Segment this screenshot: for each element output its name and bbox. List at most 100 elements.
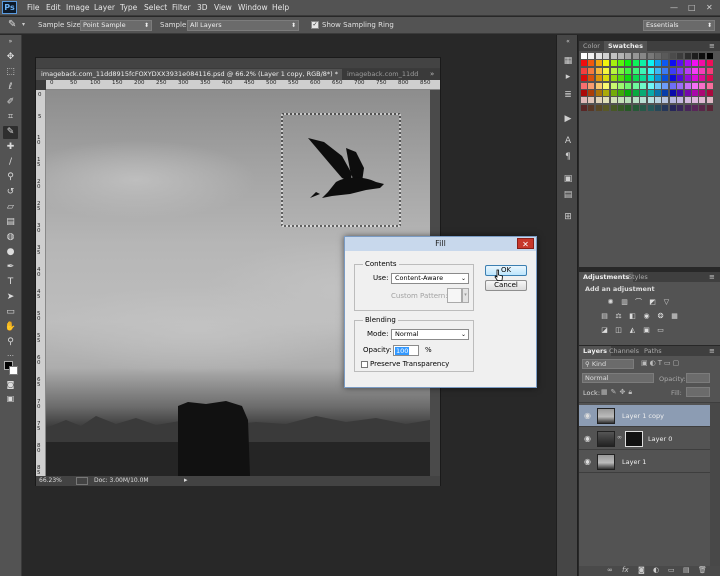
color-swatch[interactable] (662, 67, 669, 74)
color-swatch[interactable] (595, 104, 602, 111)
dialog-titlebar[interactable]: Fill ✕ (345, 237, 536, 251)
color-swatch[interactable] (632, 82, 639, 89)
color-swatch[interactable] (625, 67, 632, 74)
color-swatch[interactable] (588, 104, 595, 111)
color-swatch[interactable] (692, 67, 698, 74)
color-swatch[interactable] (618, 82, 624, 89)
levels-icon[interactable]: ▥ (619, 298, 630, 307)
curves-icon[interactable]: ⌒ (633, 298, 644, 307)
color-swatch[interactable] (692, 53, 698, 59)
color-swatch[interactable] (706, 104, 713, 111)
collapse-icon[interactable]: « (561, 39, 575, 45)
tab-styles[interactable]: Styles (624, 272, 652, 282)
color-swatch[interactable] (692, 82, 698, 89)
eye-icon[interactable]: ◉ (584, 457, 591, 466)
color-swatch[interactable] (692, 60, 698, 67)
status-menu-icon[interactable]: ▸ (184, 476, 188, 484)
sampling-ring-checkbox[interactable]: ✓ (311, 21, 319, 29)
tool-preset-caret-icon[interactable]: ▾ (22, 21, 25, 28)
color-swatch[interactable] (684, 82, 691, 89)
color-swatch[interactable] (706, 82, 713, 89)
color-swatch[interactable] (640, 104, 647, 111)
color-swatch[interactable] (692, 75, 698, 82)
document-tab-inactive[interactable]: imageback.com_11dd (342, 69, 432, 80)
color-swatch[interactable] (699, 67, 706, 74)
color-swatch[interactable] (706, 90, 713, 96)
actions-panel-icon[interactable]: ▸ (561, 71, 575, 83)
crop-tool-icon[interactable]: ⌗ (3, 111, 18, 124)
threshold-icon[interactable]: ◭ (627, 326, 638, 335)
clone-stamp-tool-icon[interactable]: ⚲ (3, 171, 18, 184)
zoom-level[interactable]: 66.23% (39, 477, 62, 484)
color-swatch[interactable] (640, 97, 647, 104)
gradient-map-icon[interactable]: ▭ (655, 326, 666, 335)
tabs-overflow-icon[interactable]: » (430, 70, 434, 78)
color-swatch[interactable] (684, 60, 691, 67)
color-swatch[interactable] (595, 53, 602, 59)
color-swatch[interactable] (588, 60, 595, 67)
color-swatch[interactable] (595, 97, 602, 104)
color-swatch[interactable] (699, 75, 706, 82)
color-swatch[interactable] (655, 75, 661, 82)
color-swatch[interactable] (684, 53, 691, 59)
layer-mask-thumbnail[interactable] (625, 431, 643, 447)
menu-edit[interactable]: Edit (46, 3, 61, 12)
more-tools-icon[interactable]: … (3, 348, 18, 361)
blend-mode-select[interactable]: Normal (582, 373, 654, 383)
color-swatch[interactable] (618, 60, 624, 67)
color-swatch[interactable] (706, 53, 713, 59)
vibrance-icon[interactable]: ▽ (661, 298, 672, 307)
color-swatch[interactable] (595, 90, 602, 96)
panel-menu-icon[interactable]: ≡ (709, 42, 715, 50)
layers-scrollbar[interactable] (710, 403, 720, 567)
pen-tool-icon[interactable]: ✒ (3, 261, 18, 274)
color-swatch[interactable] (647, 75, 654, 82)
color-swatch[interactable] (618, 90, 624, 96)
ok-button[interactable]: OK (485, 265, 527, 276)
color-swatch[interactable] (647, 97, 654, 104)
color-swatch[interactable] (640, 90, 647, 96)
history-panel-icon[interactable]: ▦ (561, 55, 575, 67)
preserve-transparency-checkbox[interactable] (361, 361, 368, 368)
color-swatch[interactable] (699, 53, 706, 59)
channel-mixer-icon[interactable]: ❂ (655, 312, 666, 321)
selective-color-icon[interactable]: ▣ (641, 326, 652, 335)
brush-panel-icon[interactable]: ▤ (561, 189, 575, 201)
tab-channels[interactable]: Channels (605, 346, 643, 356)
color-swatch[interactable] (625, 75, 632, 82)
info-panel-icon[interactable]: ▣ (561, 173, 575, 185)
sample-select[interactable]: All Layers ⬍ (187, 20, 299, 31)
color-swatch[interactable] (581, 90, 587, 96)
photo-filter-icon[interactable]: ◉ (641, 312, 652, 321)
eye-icon[interactable]: ◉ (584, 434, 591, 443)
paragraph-panel-icon[interactable]: ¶ (561, 151, 575, 163)
background-color-swatch[interactable] (9, 366, 18, 375)
screen-mode-icon[interactable]: ▣ (3, 392, 18, 405)
color-swatch[interactable] (706, 60, 713, 67)
color-swatch[interactable] (699, 104, 706, 111)
maximize-icon[interactable]: □ (688, 3, 696, 12)
color-swatch[interactable] (677, 75, 684, 82)
color-swatch[interactable] (640, 53, 647, 59)
layer-filter-select[interactable]: ⚲ Kind (582, 359, 634, 369)
color-swatch[interactable] (581, 53, 587, 59)
color-swatch[interactable] (632, 67, 639, 74)
close-icon[interactable]: ✕ (706, 3, 713, 12)
color-swatch[interactable] (655, 60, 661, 67)
color-swatch[interactable] (632, 104, 639, 111)
color-swatch[interactable] (603, 104, 610, 111)
sample-size-select[interactable]: Point Sample ⬍ (80, 20, 152, 31)
layer-filter-icons[interactable]: ▣◐T▭▢ (641, 359, 681, 367)
color-swatch[interactable] (625, 104, 632, 111)
color-swatch[interactable] (618, 75, 624, 82)
color-swatch[interactable] (581, 97, 587, 104)
color-swatch[interactable] (662, 90, 669, 96)
color-swatch[interactable] (603, 67, 610, 74)
color-swatch[interactable] (669, 75, 676, 82)
color-swatch[interactable] (610, 104, 617, 111)
color-swatch[interactable] (625, 90, 632, 96)
layer-row-layer-0[interactable]: ◉ ∞ Layer 0 (579, 428, 710, 450)
brush-tool-icon[interactable]: / (3, 156, 18, 169)
color-swatch[interactable] (647, 90, 654, 96)
color-swatch[interactable] (640, 75, 647, 82)
